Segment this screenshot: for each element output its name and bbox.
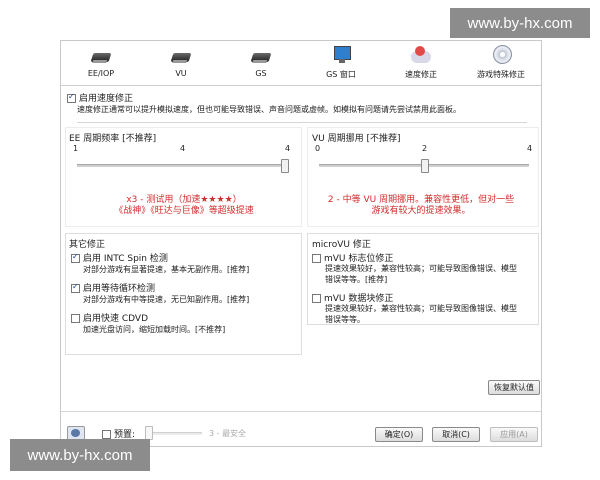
tab-label: 游戏特殊修正 (477, 70, 525, 79)
fast-cdvd-checkbox[interactable]: 启用快速 CDVD (71, 311, 148, 324)
chip-icon (167, 45, 195, 67)
preset-value-label: 3 - 最安全 (209, 429, 247, 438)
tab-gs-window[interactable]: GS 窗口 (301, 43, 381, 83)
mvu-flag-desc-line2: 错误等等。[推荐] (325, 275, 388, 284)
fast-cdvd-label: 启用快速 CDVD (83, 314, 149, 324)
cancel-button[interactable]: 取消(C) (432, 427, 480, 442)
fast-cdvd-description: 加速光盘访问，缩短加载时间。[不推荐] (83, 325, 226, 334)
tab-label: GS 窗口 (326, 70, 356, 79)
checkbox-icon (312, 254, 321, 263)
preset-slider-track[interactable] (147, 432, 202, 435)
help-icon (71, 429, 80, 437)
tab-vu[interactable]: VU (141, 43, 221, 83)
preset-slider-thumb[interactable] (145, 426, 153, 440)
watermark-top: www.by-hx.com (450, 8, 590, 38)
checkbox-icon (71, 314, 80, 323)
tab-speedhacks[interactable]: 速度修正 (381, 43, 461, 83)
tab-game-fixes[interactable]: 游戏特殊修正 (461, 43, 541, 83)
wait-loop-checkbox[interactable]: 启用等待循环检测 (71, 281, 155, 294)
tab-ee-iop[interactable]: EE/IOP (61, 43, 141, 83)
divider (77, 122, 527, 123)
footer-divider (61, 411, 541, 412)
disc-icon (487, 45, 515, 67)
ee-cycle-group (65, 127, 302, 227)
wait-loop-description: 对部分游戏有中等提速，无已知副作用。[推荐] (83, 295, 250, 304)
wait-loop-label: 启用等待循环检测 (83, 284, 156, 294)
speedhacks-description: 速度修正通常可以提升模拟速度，但也可能导致错误、声音问题或虚帧。如模拟有问题请先… (77, 105, 461, 114)
ok-button[interactable]: 确定(O) (375, 427, 423, 442)
apply-button[interactable]: 应用(A) (490, 427, 538, 442)
tab-label: 速度修正 (405, 70, 437, 79)
checkbox-icon (67, 92, 76, 103)
checkbox-icon (71, 252, 80, 263)
tab-label: VU (175, 69, 187, 78)
mvu-flag-desc-line1: 提速效果较好，兼容性较高；可能导致图像错误、模型 (325, 264, 517, 273)
mvu-block-desc-line2: 错误等等。 (325, 315, 365, 324)
speedhacks-dialog: EE/IOP VU GS GS 窗口 速度修正 游戏特殊修正 启用速度修正 速度… (60, 40, 542, 447)
restore-defaults-button[interactable]: 恢复默认值 (488, 380, 540, 395)
checkbox-icon (71, 282, 80, 293)
mvu-block-desc-line1: 提速效果较好，兼容性较高；可能导致图像错误、模型 (325, 304, 517, 313)
chip-icon (247, 45, 275, 67)
vu-stealing-group (307, 127, 539, 227)
watermark-bottom: www.by-hx.com (10, 439, 150, 471)
tab-label: GS (255, 69, 267, 78)
checkbox-icon (102, 430, 111, 439)
chip-icon (87, 45, 115, 67)
settings-tab-bar: EE/IOP VU GS GS 窗口 速度修正 游戏特殊修正 (61, 41, 541, 86)
tab-gs[interactable]: GS (221, 43, 301, 83)
microvu-hacks-title: microVU 修正 (312, 240, 371, 250)
intc-spin-label: 启用 INTC Spin 检测 (83, 254, 168, 264)
enable-speedhacks-label: 启用速度修正 (79, 94, 134, 104)
checkbox-icon (312, 294, 321, 303)
intc-spin-description: 对部分游戏有显著提速，基本无副作用。[推荐] (83, 265, 250, 274)
other-hacks-title: 其它修正 (69, 240, 106, 250)
intc-spin-checkbox[interactable]: 启用 INTC Spin 检测 (71, 251, 168, 264)
monitor-icon (327, 45, 355, 67)
cloud-icon (407, 45, 435, 67)
tab-label: EE/IOP (87, 69, 115, 78)
enable-speedhacks-checkbox[interactable]: 启用速度修正 (67, 91, 133, 104)
